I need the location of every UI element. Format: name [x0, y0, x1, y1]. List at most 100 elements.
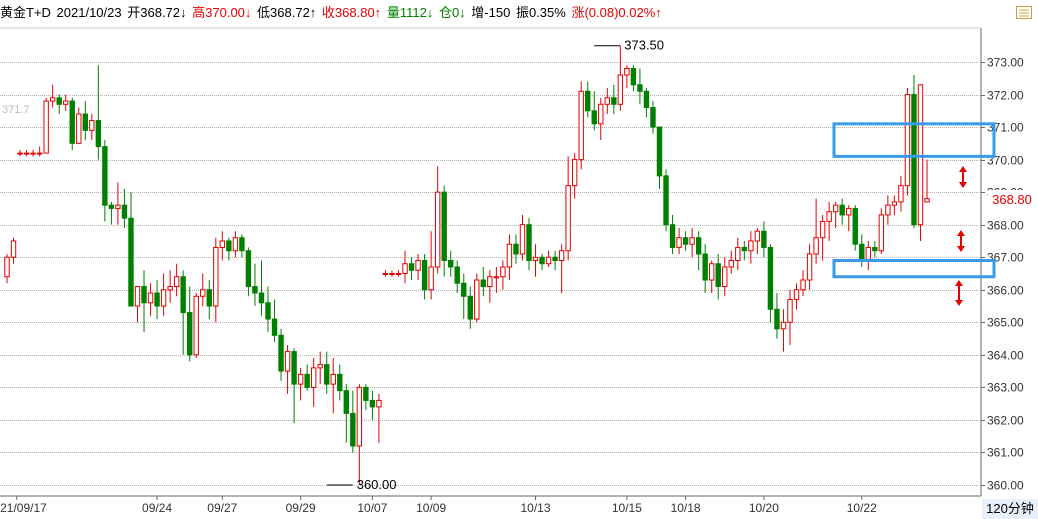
candle-body	[461, 282, 467, 297]
candle-body	[76, 113, 82, 144]
x-tick-label: 10/20	[749, 501, 779, 515]
candle-body	[637, 84, 643, 92]
candle-body	[761, 230, 767, 248]
candle-body	[532, 256, 539, 261]
candle-body	[115, 204, 121, 209]
candle-body	[337, 373, 343, 392]
candle-body	[395, 273, 402, 275]
candle-body	[330, 373, 336, 385]
candle-body	[454, 266, 460, 284]
annotation-label: 360.00	[357, 477, 397, 492]
candle-body	[643, 90, 650, 109]
candle-body	[898, 185, 904, 203]
x-tick-label: 10/09	[416, 501, 446, 515]
increase-value: 增-150	[471, 5, 511, 20]
x-tick-label: 2021/09/17	[0, 501, 47, 515]
candle-body	[728, 259, 734, 268]
y-tick-label: 366.00	[987, 284, 1024, 298]
candle-body	[4, 256, 10, 278]
candle-body	[806, 253, 813, 281]
position-value: 仓0↓	[438, 5, 466, 20]
candle-body	[598, 103, 604, 125]
candle-body	[878, 214, 885, 252]
candle-body	[624, 68, 630, 76]
candle-body	[741, 246, 748, 252]
candle-body	[428, 266, 434, 291]
candle-body	[924, 198, 930, 203]
candle-body	[408, 263, 415, 271]
candle-body	[571, 159, 578, 187]
candle-body	[187, 312, 193, 356]
last-price-tag: 368.80	[988, 190, 1036, 210]
candle-body	[819, 220, 826, 239]
candle-body	[676, 237, 682, 248]
x-tick-label: 09/27	[207, 501, 237, 515]
candle-body	[265, 302, 271, 320]
candle-body	[846, 207, 852, 216]
candle-body	[415, 259, 421, 271]
candle-body	[82, 113, 88, 131]
candle-body	[278, 334, 284, 372]
candle-body	[154, 292, 160, 307]
candle-body	[167, 286, 173, 291]
candle-body	[232, 237, 239, 252]
candle-body	[891, 201, 898, 206]
candle-body	[193, 295, 199, 356]
y-tick-label: 372.00	[987, 89, 1024, 103]
candle-body	[173, 276, 180, 288]
candle-body	[826, 211, 832, 222]
arrow-head-up	[955, 280, 963, 286]
y-tick-label: 361.00	[987, 446, 1024, 460]
candle-body	[36, 152, 43, 155]
low-value: 低368.72↑	[257, 5, 317, 20]
chart-settings-icon[interactable]	[1016, 6, 1032, 19]
candle-body	[284, 351, 291, 372]
x-tick-label: 10/22	[847, 501, 877, 515]
candle-body	[565, 185, 571, 252]
candle-body	[180, 276, 186, 314]
price-axis: 373.00372.00371.00370.00369.00368.00367.…	[981, 56, 1024, 493]
candle-body	[506, 243, 513, 268]
candle-body	[147, 292, 154, 304]
candle-body	[735, 246, 741, 261]
candle-body	[448, 259, 454, 268]
candle-body	[17, 152, 23, 155]
candle-body	[663, 175, 669, 226]
arrow-head-up	[957, 230, 965, 236]
candle-body	[376, 399, 382, 408]
candle-body	[754, 230, 761, 242]
candle-body	[911, 94, 917, 226]
candle-body	[487, 276, 493, 288]
highlight-box	[832, 258, 996, 279]
candle-body	[271, 318, 278, 336]
candle-body	[793, 289, 800, 301]
candle-body	[500, 266, 506, 278]
candle-body	[245, 250, 252, 288]
candle-body	[402, 263, 408, 275]
candle-body	[56, 97, 62, 105]
arrow-head-up	[959, 166, 967, 172]
candles	[4, 45, 930, 485]
candle-body	[552, 256, 558, 261]
candle-body	[108, 204, 115, 209]
candle-body	[604, 97, 610, 105]
candle-body	[219, 240, 226, 248]
x-tick-label: 10/13	[521, 501, 551, 515]
period-selector[interactable]: 120分钟	[982, 499, 1038, 519]
candle-body	[617, 74, 624, 105]
candle-body	[441, 191, 447, 261]
candle-body	[389, 273, 395, 275]
candle-body	[89, 120, 95, 131]
candle-body	[304, 373, 310, 388]
arrow-head-down	[955, 300, 963, 306]
candle-body	[128, 217, 134, 307]
x-tick-label: 10/07	[357, 501, 387, 515]
candle-body	[578, 90, 584, 161]
candle-body	[363, 386, 369, 401]
candle-body	[213, 246, 219, 307]
candle-body	[141, 286, 147, 304]
symbol-label: 黄金T+D	[0, 5, 51, 20]
candle-body	[252, 286, 258, 294]
arrow-head-down	[959, 182, 967, 188]
candle-body	[702, 253, 708, 281]
